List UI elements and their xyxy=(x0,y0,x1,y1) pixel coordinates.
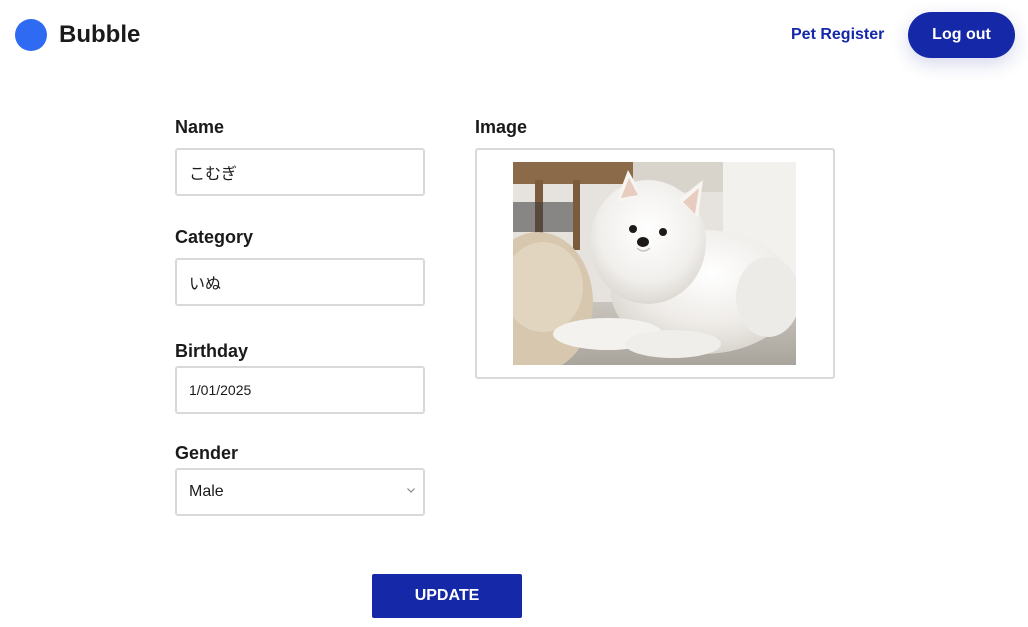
birthday-input[interactable] xyxy=(175,366,425,414)
name-label: Name xyxy=(175,117,225,137)
name-input[interactable] xyxy=(175,148,425,196)
app-header: Bubble Pet Register Log out xyxy=(0,0,1028,70)
gender-select[interactable]: Male xyxy=(175,468,425,516)
gender-selected-value: Male xyxy=(189,483,224,500)
birthday-label: Birthday xyxy=(175,341,249,361)
category-input[interactable] xyxy=(175,258,425,306)
gender-select-box[interactable]: Male xyxy=(175,468,425,516)
dog-photo xyxy=(513,162,796,365)
logout-button[interactable]: Log out xyxy=(908,12,1015,58)
gender-label: Gender xyxy=(175,443,239,463)
update-button[interactable]: UPDATE xyxy=(372,574,522,618)
chevron-down-icon xyxy=(407,488,415,493)
image-label: Image xyxy=(475,117,528,137)
category-label: Category xyxy=(175,227,254,247)
logo-circle-icon xyxy=(15,19,47,51)
brand-name: Bubble xyxy=(59,21,141,48)
pet-register-link[interactable]: Pet Register xyxy=(791,24,884,46)
